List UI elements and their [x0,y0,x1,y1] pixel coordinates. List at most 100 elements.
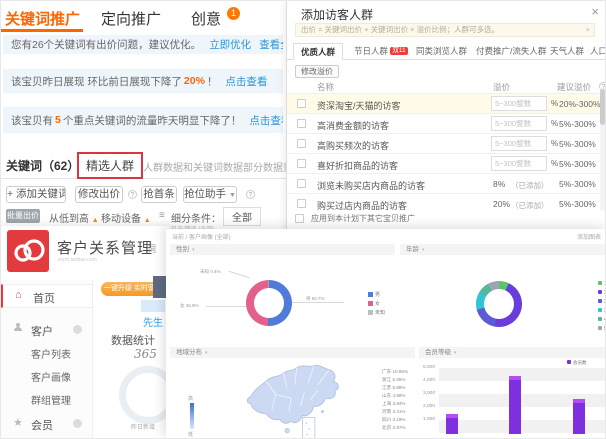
legend-swatch [598,326,602,330]
notice-bid-issue: 您有26个关键词有出价问题，建议优化。 立即优化 查看全账户出价 [3,35,283,54]
legend-item[interactable]: 30-34岁 [598,298,606,305]
collapse-dot-icon[interactable] [73,325,82,334]
row-checkbox[interactable] [297,179,306,188]
click-view-link[interactable]: 点击查看 [225,74,267,89]
notice-text: 该宝贝昨日展现 环比前日展现下降了 [11,74,182,89]
legend-swatch [598,290,602,294]
bar-cap [573,399,585,403]
panel-title: 性别 [176,246,189,253]
panel-title: 年龄 [406,246,419,253]
sort-low-to-high[interactable]: 从低到高 ▲ [49,210,99,225]
add-keyword-button[interactable]: + 添加关键词 [6,186,66,203]
panel-caret-icon: ▾ [205,350,208,356]
bar-level-1 [446,414,458,434]
stat-caption: 昨日新增 [131,422,155,431]
premium-value: 20% [493,199,510,209]
tab-festival-audience[interactable]: 节日人群 双11 [347,43,415,60]
legend-item[interactable]: 25-29岁 [598,289,606,296]
notice-text: 该宝贝有 [11,113,53,128]
sidebar-item-customer-profile[interactable]: 客户画像 [31,369,71,384]
table-row: 高消费金额的访客 % 5%-300% [287,113,602,133]
row-checkbox[interactable] [297,139,306,148]
legend-item[interactable]: 女 [368,300,380,307]
close-icon[interactable]: × [591,4,599,19]
bulk-bid-button[interactable]: 批量出价 [6,209,40,223]
legend-swatch [368,310,373,315]
greeting-link[interactable]: 先生 [143,314,163,329]
legend-swatch [598,308,602,312]
sidebar-item-group-management[interactable]: 群组管理 [31,392,71,407]
sidebar-item-customers[interactable]: 客户 [1,318,93,342]
row-checkbox[interactable] [297,119,306,128]
dismiss-icon[interactable]: × [586,24,590,36]
legend-item[interactable]: 会员数 [567,360,587,366]
legend-item[interactable]: 18-24岁 [598,280,606,287]
modify-premium-button[interactable]: 修改溢价 [295,65,339,78]
table-row: 喜好折扣商品的访客 % 5%-300% [287,153,602,173]
tab-creative[interactable]: 创意 [191,8,221,29]
sidebar-item-members[interactable]: ★ 会员 [1,412,93,436]
filter-value-dropdown[interactable]: 全部 [223,207,261,226]
tab-keyword-promo[interactable]: 关键词推广 [5,8,80,29]
tab-similar-browse-audience[interactable]: 同类浏览人群 [409,43,474,60]
tab-targeted-promo[interactable]: 定向推广 [101,8,161,29]
modify-bid-button[interactable]: 修改出价 [75,186,123,203]
sort-mobile-device[interactable]: 移动设备 ▲ [101,210,151,225]
bid-formula-bar: 出价 = 关键词出价 + 关键词出价 × 溢价比例；人群可多选。 × [295,23,595,37]
premium-value: 8% [493,179,505,189]
sidebar-item-customer-list[interactable]: 客户列表 [31,346,71,361]
keyword-section-tabs: 关键词（62） 精选人群 人群数据和关键词数据部分数据重合 [1,151,286,179]
legend-item[interactable]: 35-39岁 [598,307,606,314]
help-icon[interactable]: ? [246,190,255,199]
visualmap-low-label: 低 [188,431,193,438]
panel-header: 会员等级▾ [419,347,606,358]
legend-item[interactable]: 40-49岁 [598,316,606,323]
premium-input[interactable] [491,136,547,151]
premium-input[interactable] [491,156,547,171]
sidebar-item-label: 首页 [33,290,55,306]
optimize-now-link[interactable]: 立即优化 [209,37,251,52]
notice-suffix: ！ [207,74,218,89]
table-row: 高购买频次的访客 % 5%-300% [287,133,602,153]
audience-table-header: 名称 溢价 建议溢价 ? [287,81,606,93]
tab-paid-promo-audience[interactable]: 付费推广/流失人群 [469,43,553,60]
added-note: （已添加） [511,200,549,211]
click-view-link[interactable]: 点击查看 [249,113,283,128]
hainan-island [285,428,290,433]
callout-line [206,306,246,307]
screenshot-root: 关键词推广 定向推广 创意 1 您有26个关键词有出价问题，建议优化。 立即优化… [0,0,606,439]
collapse-dot-icon[interactable] [73,419,82,428]
grab-first-button[interactable]: 抢首条 [141,186,177,203]
tab-selected-audience[interactable]: 精选人群 [77,152,143,179]
rank-helper-button[interactable]: 抢位助手 ▼ [183,186,237,203]
callout-female: 女 48.9% [180,303,199,309]
legend-item[interactable]: 男 [368,291,380,298]
scrollbar-thumb[interactable] [600,89,605,125]
audience-name: 高购买频次的访客 [317,139,389,152]
stat-number: 365 [134,347,157,361]
premium-input[interactable] [491,96,547,111]
row-checkbox[interactable] [297,159,306,168]
add-chart-button[interactable]: 添加图表 [577,232,601,241]
percent-unit: % [551,139,558,148]
keyword-sort-row: 批量出价 从低到高 ▲ 移动设备 ▲ ≡ 细分条件： 全部 已选/筛选 (全部) [1,207,286,227]
notice-keyword-traffic-drop: 该宝贝有 5 个重点关键词的流量昨天明显下降了！ 点击查看 [3,107,283,133]
sidebar-item-home[interactable]: ⌂ 首页 [1,284,93,308]
scrollbar-track[interactable] [600,89,605,211]
view-account-bids-link[interactable]: 查看全账户出价 [259,37,283,52]
help-icon[interactable]: ? [128,190,137,199]
row-checkbox[interactable] [297,99,306,108]
apply-checkbox[interactable] [295,214,304,223]
premium-input[interactable] [491,116,547,131]
legend-item[interactable]: 50岁以上 [598,325,606,332]
audience-name: 购买过店内商品的访客 [317,199,407,212]
row-checkbox[interactable] [297,199,306,208]
tab-keywords[interactable]: 关键词（62） [6,157,79,174]
visualmap-high-label: 高 [188,395,193,402]
percent-unit: % [551,99,558,108]
panel-header: 年龄▾ [400,244,606,255]
tab-premium-audience[interactable]: 优质人群 [293,43,343,60]
visualmap-gradient[interactable] [190,403,194,429]
tab-demographic-audience[interactable]: 人口属性人群 [583,43,606,60]
legend-item[interactable]: 未知 [368,309,385,316]
